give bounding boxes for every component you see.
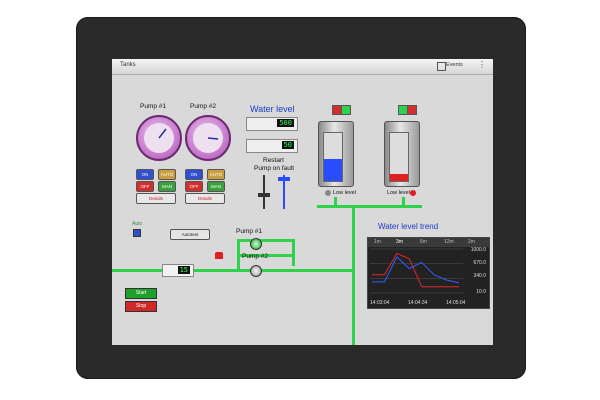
y-tick-label: 1000.0 [470, 247, 486, 253]
tank2-low-level-indicator [410, 190, 416, 196]
trend-tabs: 1m 3m 6m 12m 2m [368, 238, 489, 247]
flow-value: 15 [177, 266, 190, 274]
pump2-off-button[interactable]: OFF [185, 181, 203, 192]
autotest-button[interactable]: Autotest [170, 229, 210, 240]
pump1-details-button[interactable]: Details [136, 193, 176, 204]
pipe-segment [317, 205, 422, 208]
trend-series-line [372, 256, 460, 284]
overflow-menu-icon[interactable]: ⋮ [478, 60, 486, 69]
pump2-on-button[interactable]: ON [185, 169, 203, 180]
trend-title: Water level trend [378, 222, 439, 231]
auto-toggle[interactable] [133, 229, 141, 237]
water-level-display-1: 500 [246, 117, 298, 131]
water-level-display-2: 50 [246, 139, 298, 153]
hmi-screen: Tanks Events ⋮ Pump #1 Pump #2 ON AUTO O… [112, 59, 493, 345]
restart-slider-thumb[interactable] [258, 193, 270, 197]
tank1-low-level-indicator [325, 190, 331, 196]
tank1-ok-indicator [341, 105, 351, 115]
pump-on-fault-label: Pump on fault [254, 165, 295, 172]
pump1-on-button[interactable]: ON [136, 169, 154, 180]
x-tick-label: 14:03:04 [370, 300, 390, 306]
tank-1 [318, 121, 354, 187]
water-level-title: Water level [250, 104, 295, 114]
y-tick-label: 670.0 [473, 260, 486, 266]
tank2-alarm-indicator [407, 105, 417, 115]
pump1-gauge [136, 115, 182, 161]
start-button[interactable]: Start [125, 288, 157, 299]
pump1-label: Pump #1 [140, 103, 167, 110]
trend-chart: 1m 3m 6m 12m 2m 1000.0 670.0 340.0 10.0 … [367, 237, 490, 309]
pipe-segment [334, 197, 337, 205]
pipe-segment [352, 205, 355, 345]
trend-tab[interactable]: 6m [420, 239, 427, 245]
trend-tab[interactable]: 2m [468, 239, 475, 245]
x-tick-label: 14:04:34 [408, 300, 428, 306]
water-level-value-2: 50 [281, 141, 294, 149]
restart-label: Restart [263, 157, 284, 164]
stop-button[interactable]: Stop [125, 301, 157, 312]
pump2-gauge [185, 115, 231, 161]
pump2-auto-button[interactable]: AUTO [207, 169, 225, 180]
y-tick-label: 10.0 [476, 289, 486, 295]
pipe-segment [292, 239, 295, 266]
tank1-low-level-label: Low level [333, 190, 356, 196]
pump2-label: Pump #2 [190, 103, 217, 110]
pump2-man-button[interactable]: MAN [207, 181, 225, 192]
water-level-value-1: 500 [277, 119, 294, 127]
process-pump2-label: Pump #2 [242, 253, 269, 260]
trend-tab[interactable]: 3m [396, 239, 403, 245]
fault-slider-thumb[interactable] [278, 177, 290, 181]
grid-icon[interactable] [437, 62, 446, 71]
events-button[interactable]: Events [446, 62, 463, 68]
pump2-details-button[interactable]: Details [185, 193, 225, 204]
trend-tab[interactable]: 1m [374, 239, 381, 245]
flow-display: 15 [162, 264, 194, 277]
auto-label: Auto [132, 221, 143, 227]
x-tick-label: 14:05:04 [446, 300, 466, 306]
restart-slider-track[interactable] [263, 175, 265, 209]
tank2-low-level-label: Low level [387, 190, 410, 196]
pipe-segment [112, 269, 355, 272]
pump1-man-button[interactable]: MAN [158, 181, 176, 192]
pump2-status-icon [250, 265, 262, 277]
trend-series-line [372, 252, 459, 288]
pump1-off-button[interactable]: OFF [136, 181, 154, 192]
top-bar: Tanks Events ⋮ [112, 59, 493, 75]
tank-2 [384, 121, 420, 187]
pump1-status-icon [250, 238, 262, 250]
alarm-beacon-icon [215, 252, 223, 259]
pipe-segment [237, 239, 295, 242]
trend-tab[interactable]: 12m [444, 239, 454, 245]
screen-title: Tanks [120, 62, 136, 68]
pipe-segment [402, 197, 405, 205]
process-pump1-label: Pump #1 [236, 228, 263, 235]
y-tick-label: 340.0 [473, 273, 486, 279]
trend-plot [370, 248, 463, 294]
pump1-auto-button[interactable]: AUTO [158, 169, 176, 180]
